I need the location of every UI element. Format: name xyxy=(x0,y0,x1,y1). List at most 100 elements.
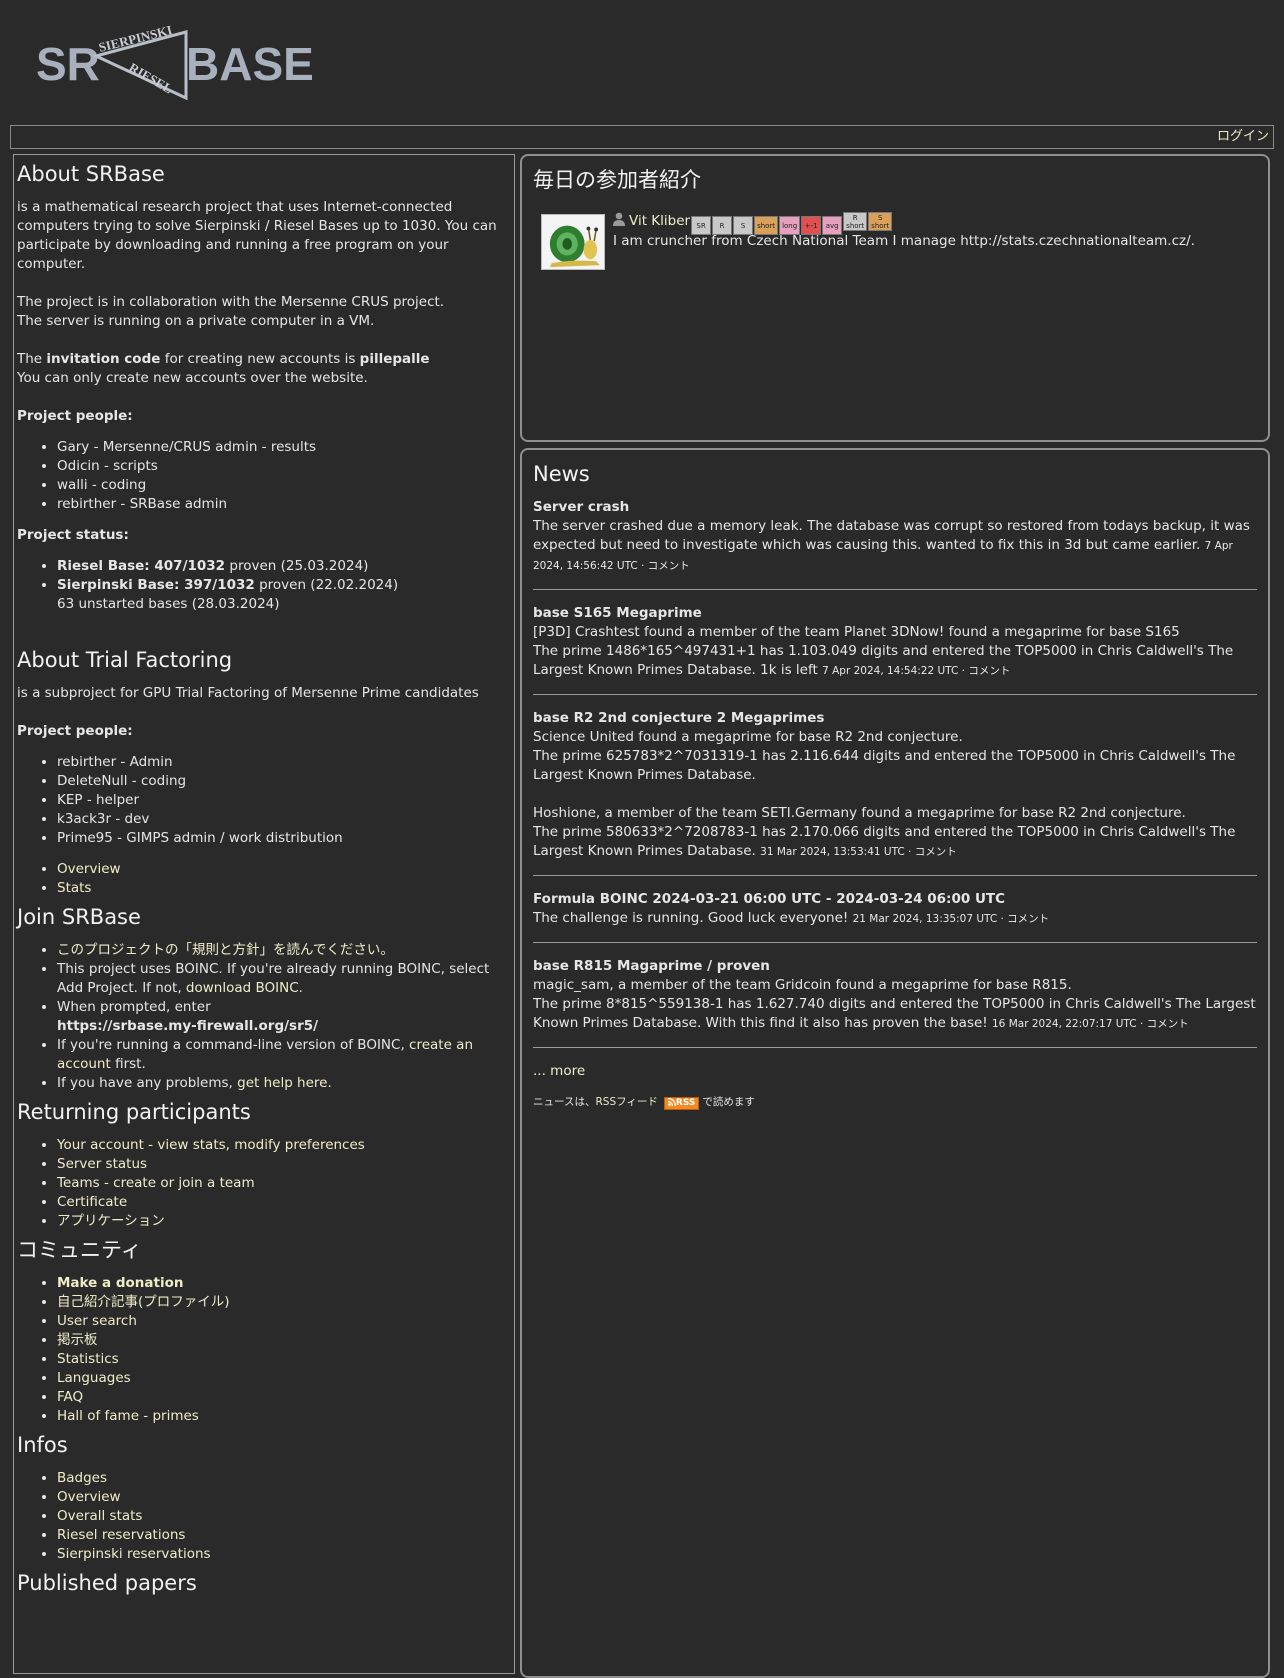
sierpinski-status: Sierpinski Base: 397/1032 proven (22.02.… xyxy=(57,576,511,614)
list-item: rebirther - SRBase admin xyxy=(57,495,511,514)
trial-title: About Trial Factoring xyxy=(17,648,233,672)
about-intro: is a mathematical research project that … xyxy=(17,199,497,272)
header: SR SIERPINSKI RIESEL BASE xyxy=(0,0,1284,124)
overview-link[interactable]: Overview xyxy=(57,1489,121,1505)
about-collab: The project is in collaboration with the… xyxy=(17,293,511,331)
comment-link[interactable]: コメント xyxy=(648,560,690,572)
applications-link[interactable]: アプリケーション xyxy=(57,1213,165,1229)
user-avatar[interactable] xyxy=(541,214,605,270)
faq-link[interactable]: FAQ xyxy=(57,1389,83,1405)
comment-link[interactable]: コメント xyxy=(1007,913,1049,925)
news-item: base R815 Magaprime / proven magic_sam, a… xyxy=(533,957,1257,1034)
teams-link[interactable]: Teams - create or join a team xyxy=(57,1175,255,1191)
news-item-body: [P3D] Crashtest found a member of the te… xyxy=(533,623,1257,681)
badge-icon[interactable]: Sshort xyxy=(868,212,893,231)
rss-line: ニュースは、RSSフィード RSS で読めます xyxy=(533,1093,1257,1112)
profile-row: Vit Kliber SR R Sshort long +-1 avgR shortS shor… xyxy=(533,212,1257,272)
separator: · xyxy=(637,560,648,572)
news-item-date: 7 Apr 2024, 14:54:22 UTC xyxy=(822,665,959,677)
trial-overview-link[interactable]: Overview xyxy=(57,861,121,877)
news-item-body: magic_sam, a member of the team Gridcoin… xyxy=(533,976,1257,1034)
comment-link[interactable]: コメント xyxy=(1147,1018,1189,1030)
invite-code: pillepalle xyxy=(359,351,430,367)
project-status-heading: Project status: xyxy=(17,527,129,543)
invite-mid: for creating new accounts is xyxy=(160,351,360,367)
list-item: Prime95 - GIMPS admin / work distributio… xyxy=(57,829,511,848)
news-title: News xyxy=(533,462,590,486)
news-item: Server crash The server crashed due a mem… xyxy=(533,498,1257,576)
profile-user-link[interactable]: Vit Kliber xyxy=(629,213,690,229)
download-boinc-link[interactable]: download BOINC. xyxy=(186,980,303,996)
news-item-body: Hoshione, a member of the team SETI.Germ… xyxy=(533,804,1257,862)
help-text: If you have any problems, xyxy=(57,1075,238,1091)
project-people-list: Gary - Mersenne/CRUS admin - results Odi… xyxy=(17,438,511,514)
more-news-link[interactable]: ... more xyxy=(533,1063,585,1079)
invite-bold: invitation code xyxy=(46,351,161,367)
news-item-body: The challenge is running. Good luck ever… xyxy=(533,909,1257,929)
badge-label: S xyxy=(740,222,746,230)
divider xyxy=(533,694,1257,695)
news-item-date: 31 Mar 2024, 13:53:41 UTC xyxy=(760,846,905,858)
news-item-body: Science United found a megaprime for bas… xyxy=(533,728,1257,785)
badge-label: SR xyxy=(696,222,706,230)
statistics-link[interactable]: Statistics xyxy=(57,1351,119,1367)
project-people-heading: Project people: xyxy=(17,408,133,424)
sierpinski-reservations-link[interactable]: Sierpinski reservations xyxy=(57,1546,211,1562)
unstarted-bases: 63 unstarted bases (28.03.2024) xyxy=(57,596,280,612)
news-line: Science United found a megaprime for bas… xyxy=(533,729,963,745)
trial-stats-link[interactable]: Stats xyxy=(57,880,91,896)
riesel-rest: proven (25.03.2024) xyxy=(225,558,369,574)
trial-links: Overview Stats xyxy=(17,860,511,898)
comment-link[interactable]: コメント xyxy=(968,665,1010,677)
hall-of-fame-link[interactable]: Hall of fame - primes xyxy=(57,1408,199,1424)
badge-label: R xyxy=(852,214,858,222)
news-item: base R2 2nd conjecture 2 Megaprimes Scien… xyxy=(533,709,1257,862)
join-title: Join SRBase xyxy=(17,905,141,929)
forum-link[interactable]: 掲示板 xyxy=(57,1332,98,1348)
profile-text: I am cruncher from Czech National Team I… xyxy=(613,233,1195,249)
comment-link[interactable]: コメント xyxy=(915,846,957,858)
infos-list: Badges Overview Overall stats Riesel res… xyxy=(17,1469,511,1564)
badge-label: S xyxy=(877,214,883,222)
riesel-reservations-link[interactable]: Riesel reservations xyxy=(57,1527,185,1543)
sierp-bold: Sierpinski Base: 397/1032 xyxy=(57,577,255,593)
rss-feed-link[interactable]: RSSフィード xyxy=(595,1096,657,1108)
badges-link[interactable]: Badges xyxy=(57,1470,107,1486)
donation-link[interactable]: Make a donation xyxy=(57,1275,183,1291)
help-item: If you have any problems, get help here. xyxy=(57,1074,511,1093)
news-item-title: Server crash xyxy=(533,499,630,515)
join-list: このプロジェクトの「規則と方針」を読んでください。 This project u… xyxy=(17,941,511,1093)
login-link[interactable]: ログイン xyxy=(1217,129,1269,144)
prompt-text: When prompted, enter xyxy=(57,999,211,1015)
news-item-date: 16 Mar 2024, 22:07:17 UTC xyxy=(992,1018,1137,1030)
badge-sublabel: short xyxy=(871,222,890,230)
server-status-link[interactable]: Server status xyxy=(57,1156,147,1172)
news-line: The challenge is running. Good luck ever… xyxy=(533,910,849,926)
news-line: The server crashed due a memory leak. Th… xyxy=(533,518,1250,553)
badge-icon[interactable]: Rshort xyxy=(843,212,868,231)
get-help-link[interactable]: get help here. xyxy=(237,1075,332,1091)
rss-badge-label: RSS xyxy=(675,1098,696,1108)
rss-feed-icon xyxy=(667,1097,677,1107)
your-account-link[interactable]: Your account - view stats, modify prefer… xyxy=(57,1137,365,1153)
certificate-link[interactable]: Certificate xyxy=(57,1194,127,1210)
divider xyxy=(533,942,1257,943)
overall-stats-link[interactable]: Overall stats xyxy=(57,1508,142,1524)
list-item: DeleteNull - coding xyxy=(57,772,511,791)
user-search-link[interactable]: User search xyxy=(57,1313,137,1329)
rss-pre: ニュースは、 xyxy=(533,1096,596,1108)
news-line: magic_sam, a member of the team Gridcoin… xyxy=(533,977,1072,993)
cmd-text: If you're running a command-line version… xyxy=(57,1037,410,1053)
news-more: ... more xyxy=(533,1062,1257,1081)
languages-link[interactable]: Languages xyxy=(57,1370,131,1386)
divider xyxy=(533,589,1257,590)
srbase-logo[interactable]: SR SIERPINSKI RIESEL BASE xyxy=(36,24,316,104)
rss-icon[interactable]: RSS xyxy=(663,1097,700,1110)
news-item-title: Formula BOINC 2024-03-21 06:00 UTC - 202… xyxy=(533,891,1006,907)
news-line: The prime 625783*2^7031319-1 has 2.116.6… xyxy=(533,748,1236,783)
profiles-link[interactable]: 自己紹介記事(プロファイル) xyxy=(57,1294,230,1310)
news-item-title: base S165 Megaprime xyxy=(533,605,702,621)
rss-post: で読めます xyxy=(702,1096,755,1108)
rules-link[interactable]: このプロジェクトの「規則と方針」を読んでください。 xyxy=(57,942,394,958)
returning-list: Your account - view stats, modify prefer… xyxy=(17,1136,511,1231)
